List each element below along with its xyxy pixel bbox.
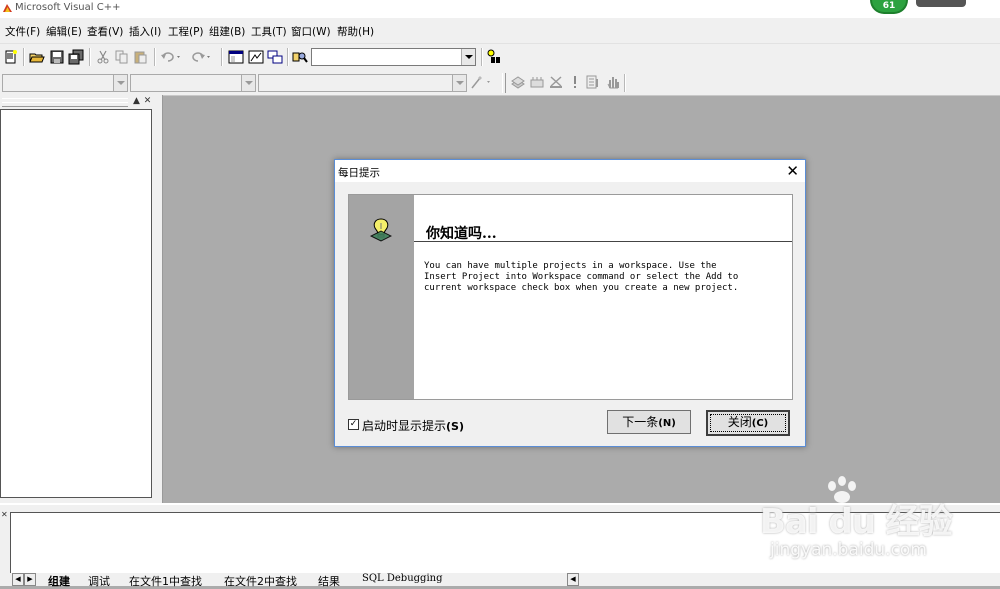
scroll-left-icon[interactable]: ◀ <box>12 573 24 586</box>
open-folder-icon[interactable] <box>29 49 45 65</box>
scroll-right-icon[interactable]: ▶ <box>24 573 36 586</box>
chevron-down-icon[interactable] <box>113 75 127 91</box>
save-icon[interactable] <box>49 49 65 65</box>
filter-combo[interactable] <box>130 74 256 92</box>
workspace-icon[interactable] <box>228 49 244 65</box>
paste-icon[interactable] <box>133 49 149 65</box>
breakpoint-icon[interactable] <box>605 74 621 90</box>
chevron-down-icon[interactable] <box>452 75 466 91</box>
tip-heading: 你知道吗... <box>426 226 497 242</box>
lightbulb-icon <box>370 218 392 242</box>
go-icon[interactable] <box>585 74 601 90</box>
watermark-logo: Bai du 经验 <box>760 502 953 542</box>
wizard-build-toolbar <box>0 70 1000 96</box>
tip-of-the-day-dialog: 每日提示 ✕ 你知道吗... You can have multiple pro… <box>334 159 806 447</box>
menu-bar: 文件(F) 编辑(E) 查看(V) 插入(I) 工程(P) 组建(B) 工具(T… <box>0 18 1000 44</box>
show-tips-label[interactable]: 启动时显示提示(S) <box>362 417 464 434</box>
menu-file[interactable]: 文件(F) <box>5 24 40 39</box>
wizard-icon[interactable] <box>470 74 494 90</box>
dialog-title-bar: 每日提示 ✕ <box>335 160 805 182</box>
tab-debug[interactable]: 调试 <box>88 573 110 589</box>
search-icon[interactable] <box>486 49 502 65</box>
menu-build[interactable]: 组建(B) <box>209 24 245 39</box>
show-tips-checkbox[interactable]: ✓ <box>348 419 359 430</box>
workspace-panel: ▲ ✕ <box>0 95 163 503</box>
window-title: Microsoft Visual C++ <box>15 2 121 13</box>
chevron-down-icon[interactable] <box>461 49 475 65</box>
menu-project[interactable]: 工程(P) <box>168 24 204 39</box>
menu-insert[interactable]: 插入(I) <box>129 24 161 39</box>
tip-content-box: 你知道吗... You can have multiple projects i… <box>348 194 793 400</box>
next-tip-button[interactable]: 下一条(N) <box>607 410 691 434</box>
baidu-watermark: Bai du 经验 jingyan.baidu.com <box>760 474 990 574</box>
members-combo[interactable] <box>258 74 467 92</box>
close-icon[interactable]: ✕ <box>143 97 152 106</box>
cut-icon[interactable] <box>95 49 111 65</box>
tray-widget <box>916 0 966 7</box>
chevron-down-icon[interactable] <box>241 75 255 91</box>
save-all-icon[interactable] <box>68 49 84 65</box>
standard-toolbar <box>0 44 1000 71</box>
tab-find-in-files-1[interactable]: 在文件1中查找 <box>129 573 202 589</box>
class-combo[interactable] <box>2 74 128 92</box>
menu-view[interactable]: 查看(V) <box>87 24 123 39</box>
tab-sql-debugging[interactable]: SQL Debugging <box>362 573 443 584</box>
stop-build-icon[interactable] <box>548 74 564 90</box>
menu-help[interactable]: 帮助(H) <box>337 24 374 39</box>
execute-icon[interactable] <box>567 74 583 90</box>
tab-build[interactable]: 组建 <box>48 573 70 589</box>
undo-icon[interactable] <box>160 49 184 65</box>
watermark-url: jingyan.baidu.com <box>770 540 927 560</box>
close-icon[interactable]: ✕ <box>786 162 799 180</box>
restore-icon[interactable]: ▲ <box>132 97 141 106</box>
workspace-tree[interactable] <box>0 109 152 498</box>
redo-icon[interactable] <box>190 49 214 65</box>
find-combo[interactable] <box>311 48 476 66</box>
menu-window[interactable]: 窗口(W) <box>291 24 331 39</box>
new-file-icon[interactable] <box>3 49 19 65</box>
tab-find-in-files-2[interactable]: 在文件2中查找 <box>224 573 297 589</box>
menu-tools[interactable]: 工具(T) <box>251 24 287 39</box>
visual-cpp-app-icon <box>3 4 12 12</box>
title-bar: Microsoft Visual C++ <box>0 0 1000 18</box>
window-list-icon[interactable] <box>267 49 283 65</box>
scroll-left-icon[interactable]: ◀ <box>567 573 579 586</box>
output-icon[interactable] <box>248 49 264 65</box>
compile-icon[interactable] <box>510 74 526 90</box>
tip-text: You can have multiple projects in a work… <box>424 261 739 293</box>
close-button[interactable]: 关闭(C) <box>706 410 790 436</box>
copy-icon[interactable] <box>114 49 130 65</box>
tab-results[interactable]: 结果 <box>318 573 340 589</box>
build-icon[interactable] <box>529 74 545 90</box>
find-in-files-icon[interactable] <box>292 49 308 65</box>
menu-edit[interactable]: 编辑(E) <box>46 24 82 39</box>
close-icon[interactable]: ✕ <box>1 510 8 519</box>
dialog-title: 每日提示 <box>338 167 380 179</box>
